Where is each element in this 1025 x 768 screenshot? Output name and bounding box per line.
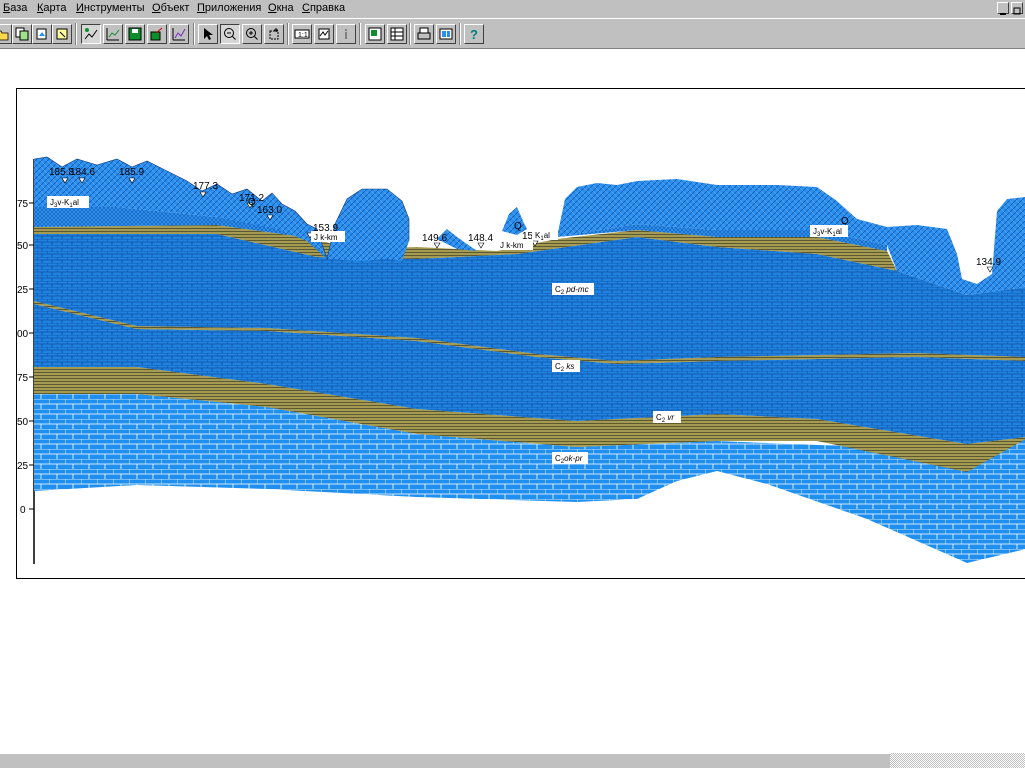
table-button[interactable] (387, 24, 407, 44)
help-icon: ? (470, 27, 478, 41)
elevation-label: 185.9 (119, 167, 144, 178)
formation-label-c2-vr: C2 vr (653, 411, 681, 424)
print-preview-button[interactable] (436, 24, 456, 44)
paste-map-button[interactable] (32, 24, 52, 44)
y-tick-label: 0 (20, 505, 26, 516)
print-preview-icon (439, 28, 453, 40)
svg-text:J k-km: J k-km (500, 241, 524, 250)
chart-edit-button[interactable] (103, 24, 123, 44)
pointer-button[interactable] (198, 24, 218, 44)
formation-label-j3v-k1al-left: J3v-K1al (47, 196, 89, 209)
save-green-icon (128, 27, 142, 41)
map-canvas[interactable]: 75 50 25 00 75 50 25 0 185.8 184.6 185.9… (0, 50, 1025, 753)
menu-okna[interactable]: Окна (268, 2, 294, 14)
y-tick-label: 50 (17, 241, 29, 252)
table-icon (390, 27, 404, 41)
chart-save-icon (150, 27, 163, 41)
zoom-frame-button[interactable] (264, 24, 284, 44)
open-button[interactable] (0, 24, 12, 44)
open-icon (0, 30, 9, 41)
copy-map-icon (15, 27, 29, 41)
edit-section-icon (84, 28, 98, 40)
copy-map-button[interactable] (12, 24, 32, 44)
help-button[interactable]: ? (464, 24, 484, 44)
toolbar: 1:1 ? (0, 18, 1025, 49)
toolbar-separator (193, 23, 195, 45)
scale-icon: 1:1 (294, 29, 310, 39)
info-button[interactable] (336, 24, 356, 44)
y-tick-label: 00 (17, 329, 29, 340)
chart-line-icon (172, 28, 186, 41)
formation-label-j-k-km-mid: J k-km (497, 239, 533, 250)
info-icon (345, 29, 347, 39)
menu-baza[interactable]: База (3, 2, 27, 14)
elevation-label: 149.6 (422, 233, 447, 244)
well-mark: Q (514, 221, 522, 232)
layer-top-cover-mid (327, 189, 409, 261)
formation-label-c2-pd-mc: C2 pd-mc (552, 283, 594, 296)
chart-save-button[interactable] (147, 24, 167, 44)
print-icon (417, 27, 431, 40)
well-mark: Q (248, 197, 256, 208)
menu-obekt[interactable]: Объект (152, 2, 189, 14)
scrollbar-track[interactable] (890, 753, 1025, 768)
toolbar-separator (287, 23, 289, 45)
geological-section[interactable]: 75 50 25 00 75 50 25 0 185.8 184.6 185.9… (17, 89, 1025, 579)
menu-instrumenty[interactable]: Инструменты (76, 2, 145, 14)
layer-add-button[interactable] (365, 24, 385, 44)
menu-karta[interactable]: Карта (37, 2, 66, 14)
formation-label-c2ok-pr: C2ok-pr (552, 452, 588, 465)
elevation-label: 163.0 (257, 205, 282, 216)
zoom-in-icon (246, 28, 258, 40)
chart-edit-icon (106, 28, 120, 41)
elevation-label: 184.6 (70, 167, 95, 178)
minimize-button[interactable] (997, 2, 1009, 15)
elevation-label: 177.3 (193, 181, 218, 192)
toolbar-separator (409, 23, 411, 45)
select-object-icon (56, 28, 68, 40)
zoom-out-button[interactable] (220, 24, 240, 44)
y-tick-label: 25 (17, 285, 29, 296)
zoom-in-button[interactable] (242, 24, 262, 44)
restore-button[interactable] (1011, 2, 1023, 15)
save-green-button[interactable] (125, 24, 145, 44)
select-object-button[interactable] (52, 24, 72, 44)
toolbar-separator (359, 23, 361, 45)
formation-label-j-k-km-left: J k-km (311, 231, 345, 242)
zoom-out-icon (224, 28, 236, 40)
chart-line-button[interactable] (169, 24, 189, 44)
toolbar-separator (459, 23, 461, 45)
map-region-button[interactable] (314, 24, 334, 44)
elevation-label: 134.9 (976, 257, 1001, 268)
edit-section-button[interactable] (81, 24, 101, 44)
menu-prilozheniya[interactable]: Приложения (197, 2, 261, 14)
menu-spravka[interactable]: Справка (302, 2, 345, 14)
print-button[interactable] (414, 24, 434, 44)
section-frame: 75 50 25 00 75 50 25 0 185.8 184.6 185.9… (16, 88, 1025, 579)
pointer-icon (204, 28, 213, 40)
y-tick-label: 75 (17, 199, 29, 210)
zoom-frame-icon (269, 28, 279, 40)
horizontal-scrollbar[interactable] (0, 753, 890, 768)
scale-button[interactable]: 1:1 (292, 24, 312, 44)
formation-label-c2-ks: C2 ks (552, 360, 580, 373)
toolbar-separator (75, 23, 77, 45)
svg-text:1:1: 1:1 (298, 32, 308, 39)
layer-add-icon (368, 27, 382, 41)
svg-text:J k-km: J k-km (314, 233, 338, 242)
menu-bar: База Карта Инструменты Объект Приложения… (0, 0, 1025, 18)
map-region-icon (318, 28, 330, 40)
formation-label-j3v-k1al-right: J3v-K1al (810, 225, 848, 238)
paste-map-icon (36, 28, 47, 40)
y-tick-label: 25 (17, 461, 29, 472)
y-tick-label: 50 (17, 417, 29, 428)
y-tick-label: 75 (17, 373, 29, 384)
elevation-label: 148.4 (468, 233, 493, 244)
svg-text:?: ? (470, 27, 478, 41)
